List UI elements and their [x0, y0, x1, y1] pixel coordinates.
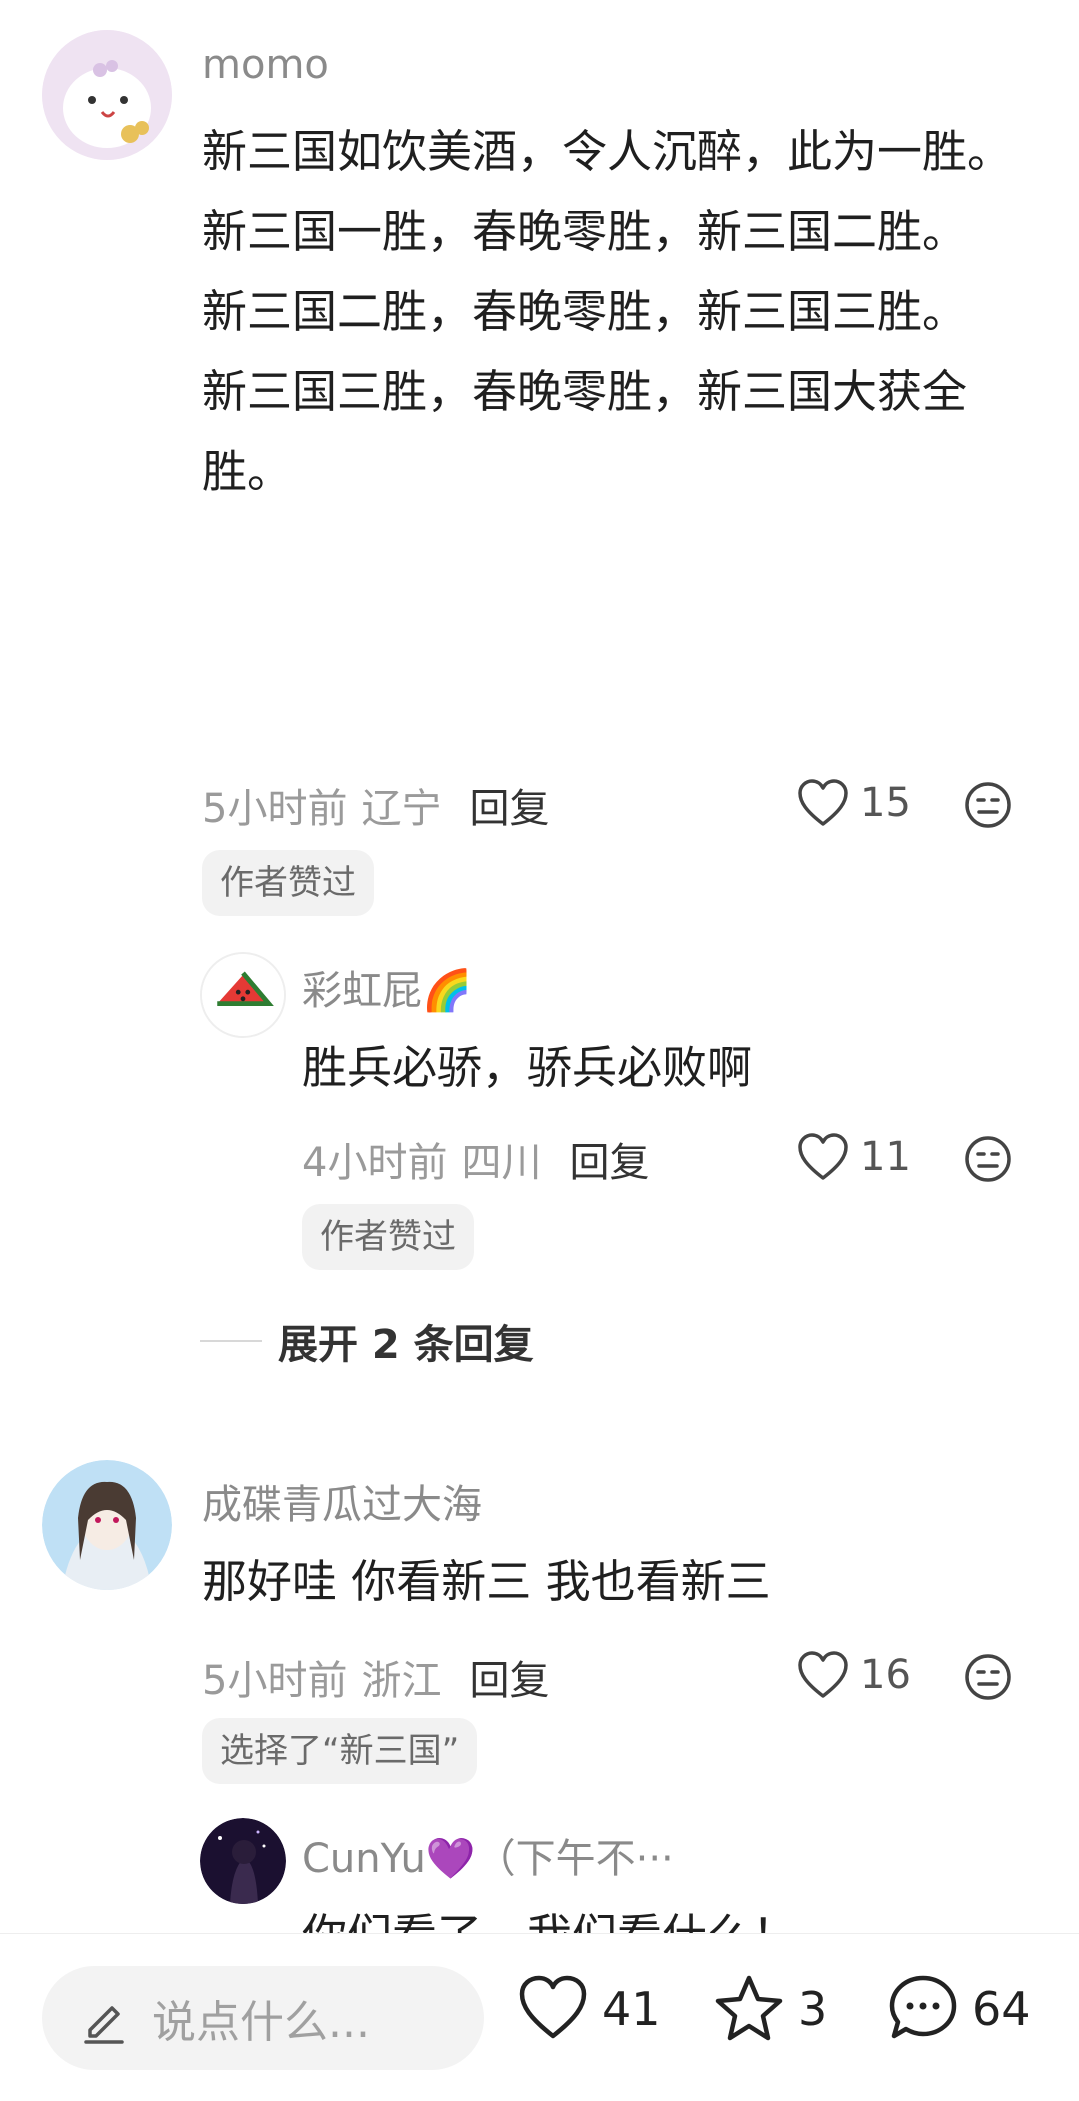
- username[interactable]: CunYu💜（下午不···: [302, 1826, 674, 1884]
- comment-paragraph: 新三国二胜，春晚零胜，新三国三胜。: [202, 285, 968, 338]
- heart-icon: [519, 1975, 587, 2039]
- comment-paragraph: 新三国如饮美酒，令人沉醉，此为一胜。: [202, 125, 1013, 178]
- like-post-button[interactable]: 41: [516, 1972, 661, 2046]
- timestamp: 5小时前: [202, 786, 348, 832]
- dislike-face-icon[interactable]: [963, 1134, 1013, 1184]
- comment-paragraph: 新三国一胜，春晚零胜，新三国二胜。: [202, 205, 968, 258]
- comment-icon: [889, 1975, 957, 2039]
- author-liked-badge: 作者赞过: [202, 850, 374, 916]
- vote-choice-badge: 选择了“新三国”: [202, 1718, 478, 1784]
- author-liked-badge: 作者赞过: [302, 1204, 474, 1270]
- comment-paragraph: 新三国三胜，春晚零胜，新三国大获全胜。: [202, 365, 968, 498]
- comment-input[interactable]: 说点什么...: [42, 1966, 484, 2070]
- timestamp: 4小时前: [302, 1140, 448, 1186]
- location: 四川: [461, 1140, 542, 1186]
- username[interactable]: momo: [202, 42, 329, 88]
- expand-replies-button[interactable]: 展开 2 条回复: [200, 1312, 534, 1370]
- heart-icon: [798, 779, 848, 826]
- post-favorite-count: 3: [798, 1982, 828, 2036]
- like-count: 16: [860, 1652, 911, 1698]
- like-count: 15: [860, 780, 911, 826]
- like-button[interactable]: 11: [796, 1132, 911, 1182]
- location: 辽宁: [361, 786, 442, 832]
- like-button[interactable]: 16: [796, 1650, 911, 1700]
- reply-button[interactable]: 回复: [469, 776, 549, 834]
- divider: [200, 1340, 262, 1342]
- dislike-face-icon[interactable]: [963, 780, 1013, 830]
- heart-icon: [798, 1133, 848, 1180]
- comment-input-placeholder: 说点什么...: [152, 1997, 370, 2048]
- username[interactable]: 彩虹屁🌈: [302, 958, 472, 1016]
- heart-icon: [798, 1651, 848, 1698]
- comment-meta: 5小时前 辽宁 回复: [202, 776, 549, 834]
- favorite-post-button[interactable]: 3: [712, 1972, 827, 2046]
- reply-button[interactable]: 回复: [469, 1648, 549, 1706]
- comment-meta: 5小时前 浙江 回复: [202, 1648, 549, 1706]
- avatar[interactable]: [200, 1818, 286, 1904]
- dislike-face-icon[interactable]: [963, 1652, 1013, 1702]
- username[interactable]: 成碟青瓜过大海: [202, 1472, 482, 1530]
- location: 浙江: [361, 1658, 442, 1704]
- post-like-count: 41: [602, 1982, 661, 2036]
- timestamp: 5小时前: [202, 1658, 348, 1704]
- post-comment-count: 64: [972, 1982, 1031, 2036]
- expand-replies-label: 展开 2 条回复: [278, 1322, 534, 1368]
- star-icon: [715, 1975, 783, 2041]
- avatar[interactable]: [200, 952, 286, 1038]
- like-count: 11: [860, 1134, 911, 1180]
- like-button[interactable]: 15: [796, 778, 911, 828]
- avatar[interactable]: [42, 30, 172, 160]
- avatar[interactable]: [42, 1460, 172, 1590]
- bottom-action-bar: 说点什么... 41 3 64: [0, 1933, 1079, 2101]
- reply-text: 胜兵必骄，骄兵必败啊: [302, 1041, 753, 1094]
- reply-button[interactable]: 回复: [569, 1130, 649, 1188]
- comment-text: 那好哇 你看新三 我也看新三: [202, 1555, 771, 1608]
- comment-text: 新三国如饮美酒，令人沉醉，此为一胜。 新三国一胜，春晚零胜，新三国二胜。 新三国…: [202, 112, 1032, 512]
- reply-meta: 4小时前 四川 回复: [302, 1130, 649, 1188]
- comments-button[interactable]: 64: [886, 1972, 1031, 2046]
- edit-icon: [84, 2006, 124, 2044]
